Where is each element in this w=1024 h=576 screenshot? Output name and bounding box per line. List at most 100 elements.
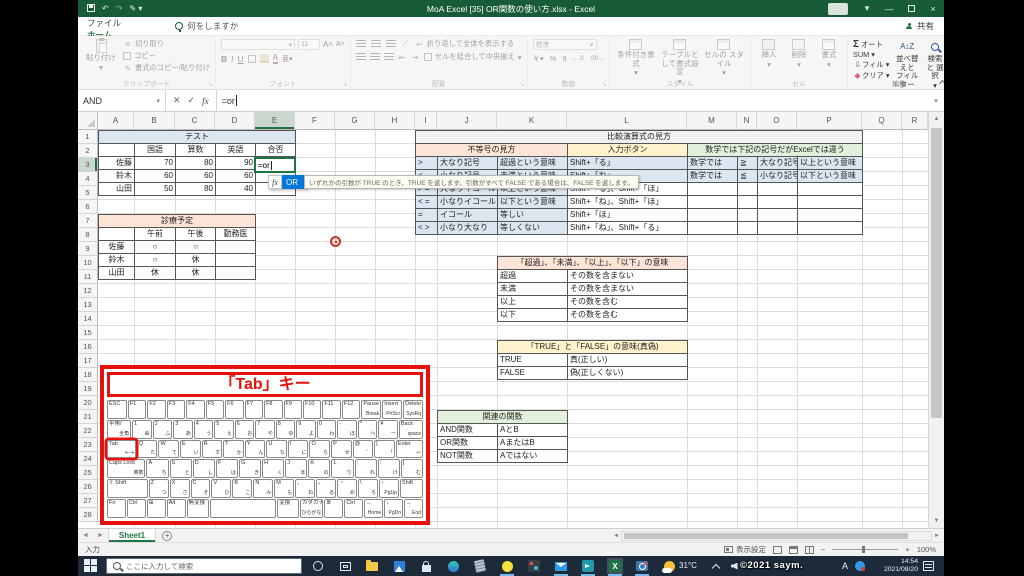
table-cell[interactable]: 80 — [176, 157, 216, 170]
zoom-in-icon[interactable]: + — [905, 545, 909, 554]
column-header[interactable]: I — [415, 112, 437, 129]
column-header[interactable]: O — [757, 112, 797, 129]
table-cell[interactable]: その数を含まない — [568, 270, 688, 283]
increase-decimal-icon[interactable]: ←.0 — [573, 56, 584, 62]
undo-icon[interactable]: ↶ — [102, 4, 109, 13]
save-icon[interactable] — [87, 4, 95, 12]
row-header[interactable]: 16 — [78, 340, 98, 354]
table-cell[interactable]: AND関数 — [438, 424, 498, 437]
column-header[interactable]: L — [567, 112, 687, 129]
underline-button[interactable]: U — [238, 54, 244, 64]
page-layout-view-icon[interactable] — [789, 546, 798, 554]
column-header[interactable]: G — [335, 112, 375, 129]
row-header[interactable]: 7 — [78, 214, 98, 228]
font-size-combobox[interactable]: 11 — [298, 39, 320, 50]
row-header[interactable]: 18 — [78, 368, 98, 382]
row-header[interactable]: 11 — [78, 270, 98, 284]
table-cell[interactable]: 90 — [216, 157, 256, 170]
table-cell[interactable]: その数を含む — [568, 296, 688, 309]
worksheet-area[interactable]: ABCDEFGHIJKLMNOPQR 123456789101112131415… — [78, 112, 944, 528]
table-cell[interactable]: 50 — [135, 183, 176, 196]
table-cell[interactable] — [688, 183, 738, 196]
table-group-header[interactable]: 入力ボタン — [568, 144, 688, 157]
column-header[interactable]: R — [902, 112, 928, 129]
table-cell[interactable]: < = — [416, 196, 438, 209]
row-header[interactable]: 4 — [78, 172, 98, 186]
vertical-scrollbar[interactable]: ▲ ▼ — [928, 112, 944, 528]
table-cell[interactable] — [738, 209, 758, 222]
task-view-icon[interactable] — [337, 558, 353, 574]
table-header-cell[interactable]: 国語 — [135, 144, 176, 157]
column-header[interactable]: P — [797, 112, 862, 129]
table-cell[interactable]: ○ — [176, 241, 216, 254]
row-header[interactable]: 8 — [78, 228, 98, 242]
weather-icon[interactable] — [661, 558, 677, 574]
table-cell[interactable]: その数を含まない — [568, 283, 688, 296]
insert-cells-button[interactable]: 挿入▾ — [756, 39, 782, 69]
align-center-icon[interactable] — [370, 53, 380, 61]
table-cell[interactable]: < > — [416, 222, 438, 235]
sheet-tab-sheet1[interactable]: Sheet1 — [108, 529, 156, 542]
excel-taskbar-icon[interactable]: X — [607, 558, 623, 574]
ribbon-display-options-icon[interactable]: ▾ — [856, 0, 878, 17]
table-cell[interactable]: 等しい — [498, 209, 568, 222]
account-avatar[interactable] — [828, 3, 848, 15]
row-header[interactable]: 20 — [78, 396, 98, 410]
align-bottom-icon[interactable] — [386, 40, 396, 48]
currency-format-icon[interactable]: ￥▾ — [533, 53, 544, 64]
borders-icon[interactable] — [248, 55, 256, 63]
table-cell[interactable]: Aではない — [498, 450, 568, 463]
table-cell[interactable]: AとB — [498, 424, 568, 437]
minimize-button[interactable]: — — [878, 0, 900, 17]
align-middle-icon[interactable] — [371, 40, 381, 48]
share-button[interactable]: 共有 — [896, 17, 944, 35]
column-header[interactable]: A — [98, 112, 134, 129]
row-header[interactable]: 27 — [78, 494, 98, 508]
table-cell[interactable]: 休 — [135, 267, 176, 280]
ime-indicator[interactable]: A — [842, 561, 848, 571]
table-header-cell[interactable]: 算数 — [176, 144, 216, 157]
paste-button[interactable]: 貼り付け▾ — [83, 39, 119, 72]
expand-formula-bar-icon[interactable]: ▾ — [928, 90, 944, 111]
file-explorer-icon[interactable] — [364, 558, 380, 574]
table-cell[interactable]: 60 — [176, 170, 216, 183]
table-cell[interactable] — [758, 196, 798, 209]
yellow-app-icon[interactable] — [499, 558, 515, 574]
font-name-combobox[interactable]: ▾ — [221, 39, 295, 50]
column-header[interactable]: B — [134, 112, 175, 129]
table-cell[interactable] — [688, 209, 738, 222]
table-header-cell[interactable]: 勤務医 — [216, 228, 256, 241]
table-cell[interactable]: 以下という意味 — [798, 170, 863, 183]
column-header[interactable]: D — [215, 112, 255, 129]
select-all-corner[interactable] — [78, 112, 98, 130]
align-right-icon[interactable] — [384, 53, 394, 61]
row-header[interactable]: 3 — [78, 158, 98, 172]
close-button[interactable]: × — [922, 0, 944, 17]
copy-button[interactable]: コピー — [123, 51, 210, 61]
sheet-nav-left-icon[interactable]: ◄ — [78, 532, 93, 539]
table-group-header[interactable]: 数学では下記の記号だがExcelでは違う — [688, 144, 863, 157]
table-cell[interactable]: 以上 — [498, 296, 568, 309]
phonetic-guide-icon[interactable]: 亜▾ — [282, 54, 293, 64]
table-cell[interactable]: 休 — [176, 254, 216, 267]
table-cell[interactable] — [738, 183, 758, 196]
table-cell[interactable]: 大なり記号 — [758, 157, 798, 170]
align-top-icon[interactable] — [356, 40, 366, 48]
shrink-font-icon[interactable]: A˅ — [336, 41, 345, 48]
table-cell[interactable]: 未満 — [498, 283, 568, 296]
table-header-cell[interactable] — [99, 228, 135, 241]
table-cell[interactable]: 佐藤 — [99, 157, 135, 170]
column-header[interactable]: N — [737, 112, 757, 129]
table-cell[interactable]: ≦ — [738, 170, 758, 183]
increase-indent-icon[interactable]: ⇥ — [411, 53, 420, 62]
fill-color-icon[interactable] — [260, 54, 269, 63]
table-cell[interactable] — [758, 183, 798, 196]
row-header[interactable]: 13 — [78, 298, 98, 312]
tray-expand-icon[interactable] — [708, 558, 724, 574]
delete-cells-button[interactable]: 削除▾ — [786, 39, 812, 69]
table-cell[interactable]: ○ — [135, 254, 176, 267]
column-header[interactable]: M — [687, 112, 737, 129]
row-header[interactable]: 28 — [78, 508, 98, 522]
table-cell[interactable]: 山田 — [99, 183, 135, 196]
row-header[interactable]: 6 — [78, 200, 98, 214]
